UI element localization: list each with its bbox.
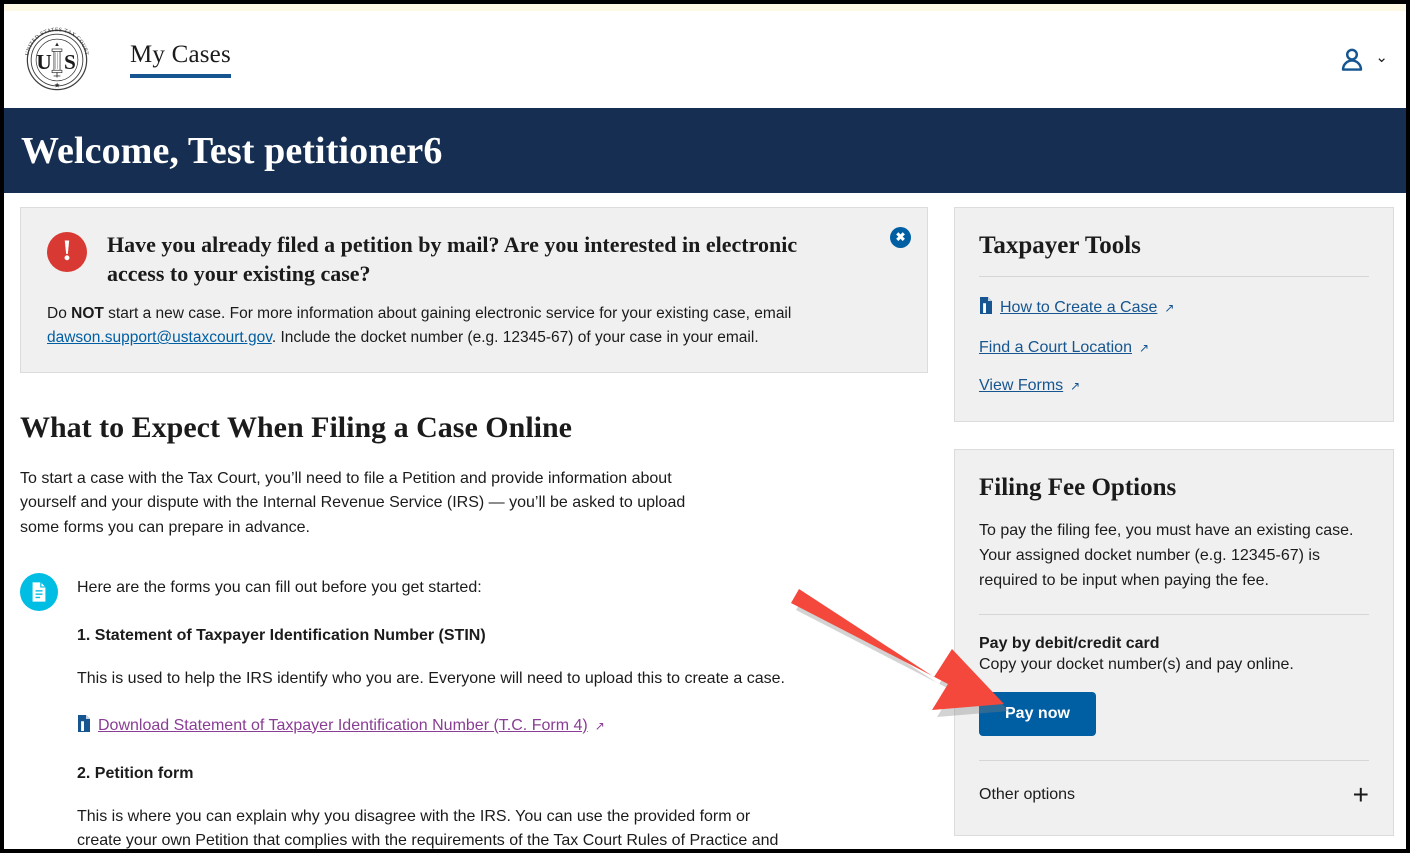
other-options-label: Other options bbox=[979, 785, 1076, 803]
forms-intro: Here are the forms you can fill out befo… bbox=[77, 579, 482, 597]
support-email-link[interactable]: dawson.support@ustaxcourt.gov bbox=[47, 329, 272, 346]
us-tax-court-seal-icon: UNITED STATES TAX COURT U S ★ bbox=[19, 22, 95, 98]
section-lead-paragraph: To start a case with the Tax Court, you’… bbox=[20, 470, 686, 536]
welcome-banner: Welcome, Test petitioner6 bbox=[4, 108, 1406, 193]
alert-body: Do NOT start a new case. For more inform… bbox=[47, 302, 901, 350]
taxpayer-tools-card: Taxpayer Tools ▌ How to Create a Case ↗ bbox=[954, 207, 1394, 422]
form-1-description: This is used to help the IRS identify wh… bbox=[77, 670, 785, 688]
svg-text:★: ★ bbox=[54, 81, 60, 89]
alert-body-prefix: Do bbox=[47, 305, 72, 323]
nav-tab-my-cases[interactable]: My Cases bbox=[130, 41, 231, 78]
account-menu-button[interactable]: ⌄ bbox=[1338, 46, 1388, 74]
divider bbox=[979, 759, 1369, 761]
alert-exclamation-icon: ! bbox=[47, 232, 87, 272]
svg-text:▌: ▌ bbox=[81, 720, 87, 731]
pay-by-card-label: Pay by debit/credit card bbox=[979, 634, 1160, 652]
alert-body-middle: start a new case. For more information a… bbox=[103, 305, 792, 323]
alert-body-strong: NOT bbox=[71, 305, 104, 323]
download-stin-form-label: Download Statement of Taxpayer Identific… bbox=[98, 716, 588, 734]
filing-fee-description: To pay the filing fee, you must have an … bbox=[979, 522, 1354, 589]
svg-text:S: S bbox=[64, 50, 76, 74]
external-link-icon: ↗ bbox=[1164, 301, 1175, 315]
pdf-icon: ▌ bbox=[979, 297, 993, 319]
form-1-title: 1. Statement of Taxpayer Identification … bbox=[77, 627, 486, 645]
pay-now-button[interactable]: Pay now bbox=[979, 691, 1096, 736]
close-icon[interactable]: ✖ bbox=[890, 227, 911, 248]
download-stin-form-link[interactable]: ▌ Download Statement of Taxpayer Identif… bbox=[77, 714, 928, 737]
find-a-court-location-link[interactable]: Find a Court Location ↗ bbox=[979, 339, 1369, 357]
form-2-description: This is where you can explain why you di… bbox=[77, 807, 779, 849]
document-icon bbox=[20, 573, 58, 612]
view-forms-link[interactable]: View Forms ↗ bbox=[979, 377, 1369, 395]
nav-tab-active-underline bbox=[130, 74, 231, 78]
external-link-icon: ↗ bbox=[1070, 379, 1081, 393]
chevron-down-icon: ⌄ bbox=[1375, 49, 1388, 66]
how-to-create-a-case-link[interactable]: ▌ How to Create a Case ↗ bbox=[979, 297, 1369, 319]
alert-top-row: ! Have you already filed a petition by m… bbox=[47, 230, 901, 288]
site-header: UNITED STATES TAX COURT U S ★ My Cases ⌄ bbox=[4, 11, 1406, 108]
sidebar-column: Taxpayer Tools ▌ How to Create a Case ↗ bbox=[954, 207, 1394, 836]
svg-text:U: U bbox=[36, 50, 51, 74]
plus-icon: + bbox=[1352, 778, 1369, 810]
existing-case-alert: ! Have you already filed a petition by m… bbox=[20, 207, 928, 374]
page-title: Welcome, Test petitioner6 bbox=[21, 129, 443, 172]
filing-fee-options-title: Filing Fee Options bbox=[979, 474, 1177, 501]
pdf-icon: ▌ bbox=[77, 714, 91, 737]
alert-body-suffix: . Include the docket number (e.g. 12345-… bbox=[271, 329, 759, 347]
external-link-icon: ↗ bbox=[594, 718, 605, 733]
divider bbox=[979, 613, 1369, 615]
view-forms-label: View Forms bbox=[979, 377, 1064, 394]
section-title: What to Expect When Filing a Case Online bbox=[20, 411, 572, 445]
filing-fee-options-card: Filing Fee Options To pay the filing fee… bbox=[954, 449, 1394, 836]
taxpayer-tools-title: Taxpayer Tools bbox=[979, 232, 1141, 259]
find-a-court-location-label: Find a Court Location bbox=[979, 339, 1132, 356]
forms-block: Here are the forms you can fill out befo… bbox=[20, 573, 928, 849]
divider bbox=[979, 276, 1369, 277]
svg-text:▌: ▌ bbox=[983, 303, 989, 314]
browser-viewport: UNITED STATES TAX COURT U S ★ My Cases ⌄… bbox=[4, 4, 1406, 849]
pay-by-card-subtext: Copy your docket number(s) and pay onlin… bbox=[979, 655, 1294, 673]
alert-heading: Have you already filed a petition by mai… bbox=[107, 232, 798, 287]
page-body: ! Have you already filed a petition by m… bbox=[4, 193, 1406, 849]
top-color-strip bbox=[4, 4, 1406, 11]
how-to-create-a-case-label: How to Create a Case bbox=[1000, 299, 1158, 316]
user-icon bbox=[1338, 46, 1366, 74]
forms-text: Here are the forms you can fill out befo… bbox=[77, 573, 928, 849]
main-column: ! Have you already filed a petition by m… bbox=[20, 207, 928, 849]
form-2-title: 2. Petition form bbox=[77, 764, 194, 782]
nav-tab-my-cases-label: My Cases bbox=[130, 41, 231, 68]
external-link-icon: ↗ bbox=[1138, 341, 1150, 355]
other-options-accordion[interactable]: Other options + bbox=[979, 778, 1369, 810]
